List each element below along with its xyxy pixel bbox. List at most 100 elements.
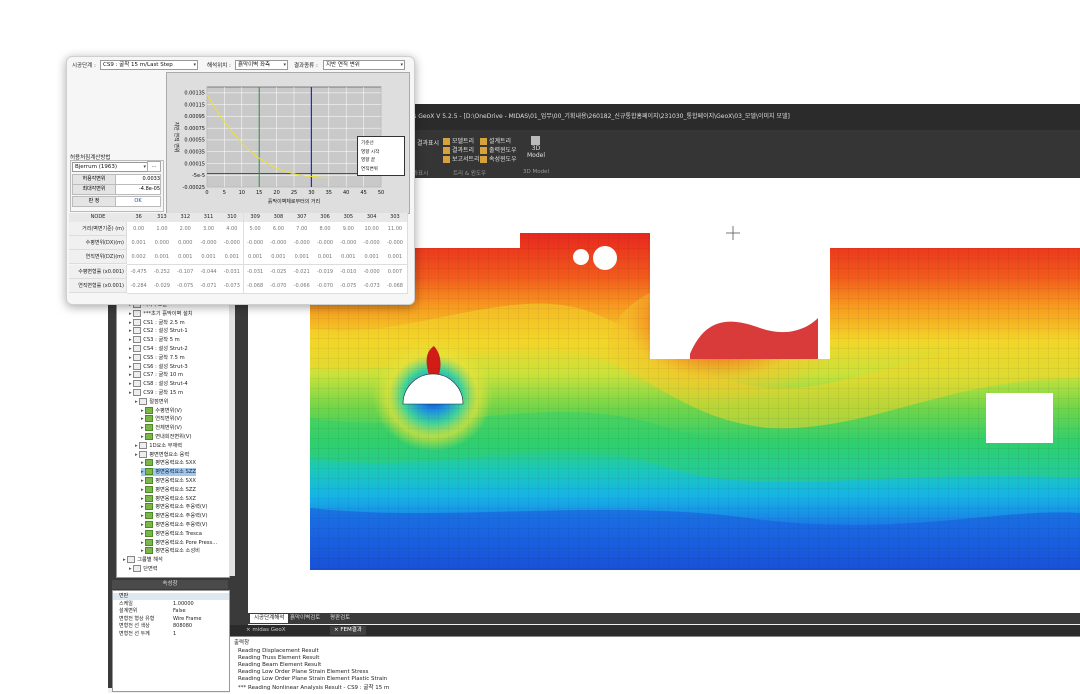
tree-node-icon bbox=[133, 327, 142, 335]
table-cell: 5.00 bbox=[243, 222, 268, 237]
tab-staged-analysis[interactable]: 시공단계해석 bbox=[250, 614, 289, 623]
tree-item[interactable]: ▸ 연직변위(V) bbox=[141, 415, 182, 423]
tree-node-icon bbox=[145, 485, 154, 493]
tree-icon bbox=[443, 156, 450, 163]
tab-fem-result[interactable]: × FEM결과 bbox=[330, 626, 366, 635]
tree-item[interactable]: ▸ CS5 : 굴착 7.5 m bbox=[129, 353, 185, 362]
tree-item[interactable]: ▸ ***초기 흙막이벽 설치 bbox=[129, 309, 193, 318]
tree-node-icon bbox=[133, 565, 142, 572]
output-line: *** Reading Nonlinear Analysis Result - … bbox=[238, 685, 390, 691]
tree-item[interactable]: ▸ 수평변위(V) bbox=[141, 406, 182, 415]
tab-plate-check[interactable]: 평판검토 bbox=[326, 614, 354, 623]
table-cell: -0.073 bbox=[360, 278, 385, 294]
tree-node-icon bbox=[145, 424, 154, 432]
tree-item[interactable]: ▸ CS7 : 굴착 10 m bbox=[129, 371, 183, 379]
tree-item[interactable]: ▸ 평면변형요소 응력 bbox=[135, 450, 189, 459]
tree-item[interactable]: ▸ 그룹별 해석 bbox=[123, 556, 163, 564]
table-cell: 11.00 bbox=[383, 222, 408, 237]
table-cell: -0.000 bbox=[266, 236, 292, 252]
x-tick-label: 40 bbox=[343, 190, 349, 196]
window-icon bbox=[480, 147, 487, 154]
result-type-select[interactable]: 지반 연직 변위 ▾ bbox=[323, 60, 405, 70]
ribbon-3d-model[interactable]: 3D Model bbox=[526, 136, 546, 159]
tree-item[interactable]: ▸ 1D요소 부재력 bbox=[135, 441, 182, 450]
tree-item[interactable]: ▸ 평면응력요소 주응력(V) bbox=[141, 521, 207, 529]
tree-item[interactable]: ▸ CS6 : 설성 Strut-3 bbox=[129, 362, 188, 371]
tree-item[interactable]: ▸ 평면응력요소 주응력(V) bbox=[141, 512, 207, 520]
tree-item-label: CS4 : 설성 Strut-2 bbox=[143, 346, 188, 352]
tree-item[interactable]: ▸ 평면응력요소 SXX bbox=[141, 477, 196, 485]
tree-item-label: 평면응력요소 SZZ bbox=[155, 486, 196, 493]
table-cell: -0.068 bbox=[383, 278, 408, 294]
tree-icon bbox=[443, 147, 450, 154]
ribbon-result-tree[interactable]: 결과트리 bbox=[443, 145, 474, 154]
property-key: 변형전 형상 유형 bbox=[119, 615, 155, 622]
close-icon[interactable]: × bbox=[246, 627, 251, 633]
tree-item[interactable]: ▸ CS9 : 굴착 15 m bbox=[129, 389, 183, 397]
ribbon-group-label: 트리 & 윈도우 bbox=[453, 171, 487, 177]
tree-item[interactable]: ▸ 평면응력요소 SXZ bbox=[141, 494, 196, 503]
result-type-label: 결과종류 : bbox=[294, 63, 318, 69]
tree-item-label: 평면응력요소 SXX bbox=[155, 478, 196, 484]
ribbon-property-window[interactable]: 속성윈도우 bbox=[480, 154, 517, 163]
ribbon-output-window[interactable]: 출력윈도우 bbox=[480, 145, 517, 154]
tree-node-icon bbox=[145, 503, 154, 511]
tab-wall-check[interactable]: 흙막이벽검토 bbox=[286, 614, 324, 623]
property-row[interactable]: 스케일 1.00000 bbox=[113, 601, 229, 608]
ribbon-report-tree[interactable]: 보고서트리 bbox=[443, 154, 480, 163]
position-select[interactable]: 흙막이벽 좌측 ▾ bbox=[235, 60, 288, 70]
tree-item[interactable]: ▸ CS1 : 굴착 2.5 m bbox=[129, 318, 185, 327]
tree-item[interactable]: ▸ 평면응력요소 주응력(V) bbox=[141, 503, 207, 511]
property-key: 변형전 선 두께 bbox=[119, 630, 150, 637]
tree-item[interactable]: ▸ 평면응력요소 Tresca bbox=[141, 529, 202, 538]
table-row-header: 수평변위(DX)(m) bbox=[69, 236, 127, 251]
tree-item[interactable]: ▸ CS2 : 설성 Strut-1 bbox=[129, 327, 188, 335]
table-cell: 10.00 bbox=[360, 222, 385, 237]
max-angle-label: 최대각변위 bbox=[72, 184, 116, 195]
tree-item[interactable]: ▸ CS4 : 설성 Strut-2 bbox=[129, 345, 188, 353]
chart-legend: 기준선 영향 시작 영향 끝 연직변위 bbox=[357, 136, 405, 176]
table-cell: -0.070 bbox=[266, 278, 292, 294]
tree-item[interactable]: ▸ 전체변위(V) bbox=[141, 424, 182, 432]
stage-select[interactable]: CS9 : 굴착 15 m/Last Step ▾ bbox=[100, 60, 198, 70]
chevron-down-icon: ▾ bbox=[143, 164, 146, 170]
property-row[interactable]: 변형전 선 색상 808080 bbox=[113, 623, 229, 630]
property-row[interactable]: 변형전 형상 유형 Wire Frame bbox=[113, 616, 229, 623]
tree-item[interactable]: ▸ 평면응력요소 Pore Press... bbox=[141, 538, 217, 547]
tree-node-icon bbox=[139, 397, 148, 405]
tree-scrollbar[interactable] bbox=[229, 298, 235, 576]
ribbon-model-tree[interactable]: 모델트리 bbox=[443, 136, 474, 145]
table-row-header: 연직변형률 (x0.001) bbox=[69, 278, 127, 293]
property-row[interactable]: 변형전 선 두께 1 bbox=[113, 631, 229, 638]
property-row[interactable]: 면판 bbox=[113, 593, 229, 600]
table-cell: 0.001 bbox=[243, 250, 268, 266]
tree-item-label: CS2 : 설성 Strut-1 bbox=[143, 328, 188, 335]
ribbon-design-tree[interactable]: 설계트리 bbox=[480, 136, 511, 145]
tree-node-icon bbox=[133, 362, 142, 370]
tree-item-label: 평면응력요소 SXX bbox=[155, 460, 196, 467]
tree-item[interactable]: ▸ 평면응력요소 SXX bbox=[141, 459, 196, 467]
position-label: 해석위치 : bbox=[207, 63, 231, 69]
output-line: Reading Low Order Plane Strain Element S… bbox=[238, 669, 369, 675]
table-cell: 0.001 bbox=[150, 250, 175, 266]
tree-item[interactable]: ▸ CS3 : 굴착 5 m bbox=[129, 336, 180, 344]
file-tabs: × midas GeoX × FEM결과 bbox=[230, 625, 1080, 636]
tree-item[interactable]: ▸ 평면응력요소 소성비 bbox=[141, 547, 200, 555]
legend-entry: 영향 끝 bbox=[361, 157, 375, 163]
method-select[interactable]: Bjerrum (1963) ▾ bbox=[72, 162, 148, 172]
tree-item[interactable]: ▸ CS8 : 설성 Strut-4 bbox=[129, 380, 188, 388]
property-row[interactable]: 설계변위 False bbox=[113, 608, 229, 615]
tab-midas-geox[interactable]: × midas GeoX bbox=[242, 626, 290, 635]
tree-item[interactable]: ▸ 절점변위 bbox=[135, 397, 168, 406]
tree-item[interactable]: ▸ 평면응력요소 SZZ bbox=[141, 485, 196, 494]
table-cell: 3.00 bbox=[196, 222, 222, 237]
x-tick-label: 50 bbox=[378, 190, 384, 196]
tree-item[interactable]: ▸ 면내회전변위(V) bbox=[141, 433, 192, 441]
close-icon[interactable]: × bbox=[334, 627, 339, 633]
tree-item[interactable]: ▸ 단면력 bbox=[129, 565, 158, 573]
table-cell: 0.001 bbox=[336, 250, 361, 266]
tree-item[interactable]: ▸ 평면응력요소 SZZ bbox=[141, 468, 196, 477]
x-tick-label: 0 bbox=[205, 190, 208, 196]
box-structure bbox=[986, 393, 1053, 443]
method-options-button[interactable]: ... bbox=[147, 161, 161, 172]
